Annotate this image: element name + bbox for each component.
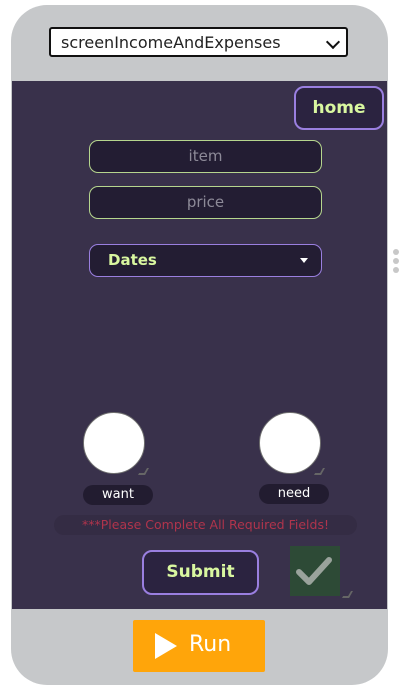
run-button[interactable]: Run [133, 620, 265, 672]
checkmark-icon [296, 557, 332, 585]
item-input[interactable]: item [89, 140, 322, 173]
dates-dropdown[interactable]: Dates [89, 244, 322, 277]
screen-dropdown-value: screenIncomeAndExpenses [61, 33, 281, 52]
need-radio[interactable] [259, 412, 321, 474]
caret-down-icon [300, 258, 308, 263]
drag-handle-icon[interactable] [393, 249, 399, 276]
need-label: need [259, 484, 329, 504]
home-button[interactable]: home [294, 86, 384, 130]
dates-dropdown-label: Dates [108, 251, 157, 269]
confirm-checkbox[interactable] [290, 546, 340, 596]
play-icon [155, 633, 177, 659]
screen-dropdown[interactable]: screenIncomeAndExpenses [49, 27, 348, 57]
price-input[interactable]: price [89, 186, 322, 219]
resize-handle-icon [137, 468, 150, 475]
chevron-down-icon [325, 34, 341, 50]
resize-handle-icon [341, 591, 354, 598]
run-label: Run [189, 632, 232, 657]
app-screen: home item price Dates want need ***Pleas… [12, 81, 387, 609]
phone-frame: screenIncomeAndExpenses home item price … [11, 5, 388, 685]
want-label: want [83, 485, 153, 505]
want-radio[interactable] [83, 412, 145, 474]
resize-handle-icon [313, 468, 326, 475]
error-message: ***Please Complete All Required Fields! [54, 515, 357, 535]
submit-button[interactable]: Submit [142, 550, 259, 595]
